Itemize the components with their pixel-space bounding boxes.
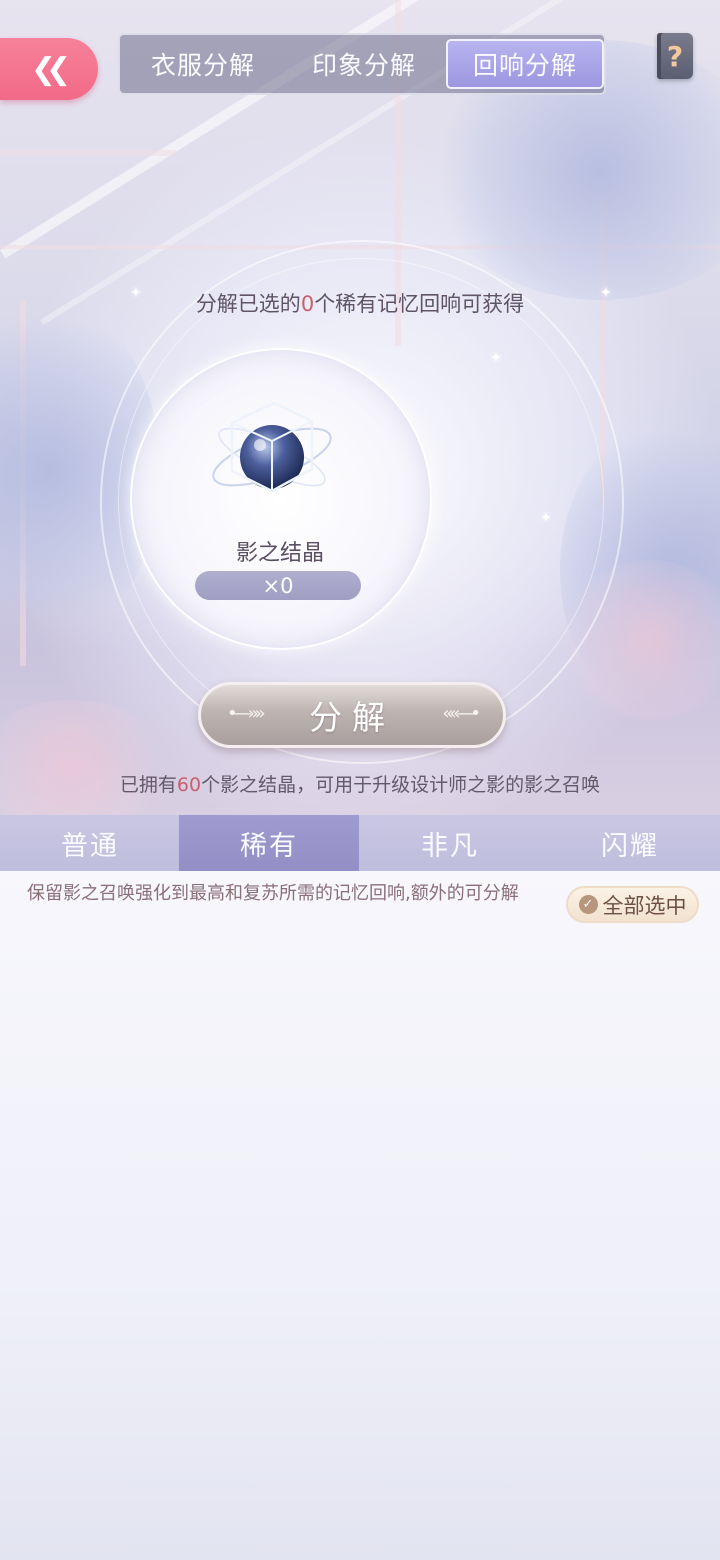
- help-book-button[interactable]: ?: [657, 33, 693, 79]
- reward-item-name: 影之结晶: [235, 541, 324, 566]
- decompose-button[interactable]: •—»» 分解 ««—•: [198, 682, 506, 748]
- tab-echo-decompose[interactable]: 回响分解: [446, 39, 604, 89]
- echo-list-panel: [0, 871, 720, 1560]
- tab-clothes-decompose[interactable]: 衣服分解: [124, 39, 282, 89]
- tab-rarity-shining[interactable]: 闪耀: [540, 815, 720, 871]
- question-mark-icon: ?: [666, 39, 684, 73]
- tab-rarity-common[interactable]: 普通: [0, 815, 180, 871]
- arrow-right-deco-icon: •—»»: [227, 703, 266, 724]
- gain-info-text: 分解已选的0个稀有记忆回响可获得: [0, 288, 720, 318]
- selected-count: 0: [300, 292, 315, 316]
- keep-rule-note: 保留影之召唤强化到最高和复苏所需的记忆回响,额外的可分解: [27, 883, 519, 904]
- reward-item-count: ×0: [195, 571, 361, 600]
- tab-impression-decompose[interactable]: 印象分解: [285, 39, 443, 89]
- shadow-crystal-icon: [212, 401, 332, 493]
- tab-rarity-rare[interactable]: 稀有: [179, 815, 359, 879]
- back-button[interactable]: ❮❮: [0, 38, 98, 100]
- gain-info-prefix: 分解已选的: [195, 292, 301, 316]
- owned-info-suffix: 个影之结晶，可用于升级设计师之影的影之召唤: [201, 774, 601, 796]
- gain-info-suffix: 个稀有记忆回响可获得: [314, 292, 525, 316]
- owned-count: 60: [176, 774, 202, 796]
- select-all-button[interactable]: ✓ 全部选中: [566, 886, 699, 923]
- arrow-left-deco-icon: ««—•: [442, 703, 481, 724]
- checkmark-icon: ✓: [578, 895, 598, 914]
- select-all-label: 全部选中: [602, 893, 687, 918]
- decompose-button-label: 分解: [309, 698, 395, 737]
- double-chevron-left-icon: ❮❮: [30, 51, 71, 87]
- rarity-tabs: 普通 稀有 非凡 闪耀: [0, 815, 720, 879]
- tab-rarity-extraordinary[interactable]: 非凡: [360, 815, 540, 871]
- decompose-type-tabs: 衣服分解 印象分解 回响分解: [118, 33, 606, 95]
- owned-info-text: 已拥有60个影之结晶，可用于升级设计师之影的影之召唤: [0, 770, 720, 797]
- owned-info-prefix: 已拥有: [119, 774, 177, 796]
